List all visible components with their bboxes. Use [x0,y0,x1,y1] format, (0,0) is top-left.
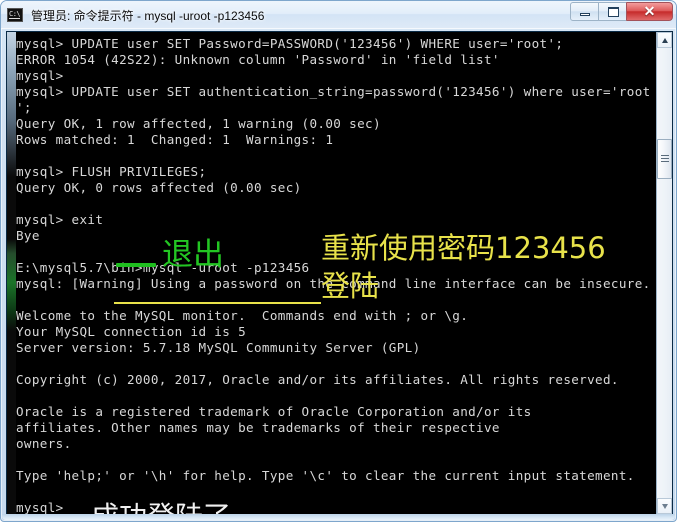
console-line: affiliates. Other names may be trademark… [16,420,500,435]
success-annotation-text: 成功登陆了 [91,502,231,515]
scrollbar-grip-icon [661,155,669,162]
maximize-icon [608,7,619,17]
console-line: mysql> UPDATE user SET authentication_st… [16,84,651,99]
console-line: mysql> [16,68,64,83]
minimize-icon [580,13,590,16]
console-line: ERROR 1054 (42S22): Unknown column 'Pass… [16,52,500,67]
login-command-underline [114,302,321,304]
close-icon: ✕ [643,3,656,19]
maximize-button[interactable] [598,2,627,21]
console-line: mysql> FLUSH PRIVILEGES; [16,164,207,179]
scrollbar-thumb[interactable] [657,139,672,179]
console-line: Server version: 5.7.18 MySQL Community S… [16,340,421,355]
console-line: '; [16,100,32,115]
chevron-up-icon [662,38,668,43]
console-screen: mysql> UPDATE user SET Password=PASSWORD… [16,32,658,514]
console-window: 管理员: 命令提示符 - mysql -uroot -p123456 ✕ mys… [0,0,677,522]
console-line: Type 'help;' or '\h' for help. Type '\c'… [16,468,635,483]
console-line: Query OK, 1 row affected, 1 warning (0.0… [16,116,381,131]
console-line: mysql> exit [16,212,104,227]
relogin-annotation-line2: 登陆 [321,269,380,303]
console-line: Oracle is a registered trademark of Orac… [16,404,532,419]
window-bottom-edge [2,514,675,520]
minimize-button[interactable] [570,2,599,21]
close-button[interactable]: ✕ [626,2,673,21]
scroll-up-button[interactable] [657,32,672,48]
chevron-down-icon [662,504,668,509]
console-line: Bye [16,228,40,243]
exit-annotation-dash [116,263,156,267]
console-line: Rows matched: 1 Changed: 1 Warnings: 1 [16,132,334,147]
console-left-edge [7,32,16,514]
window-title: 管理员: 命令提示符 - mysql -uroot -p123456 [31,8,265,23]
console-line: Query OK, 0 rows affected (0.00 sec) [16,180,302,195]
relogin-annotation-line1: 重新使用密码123456 [321,231,606,265]
console-line: Your MySQL connection id is 5 [16,324,247,339]
exit-annotation-text: 退出 [162,237,224,273]
title-bar[interactable]: 管理员: 命令提示符 - mysql -uroot -p123456 ✕ [1,1,676,29]
console-client-area[interactable]: mysql> UPDATE user SET Password=PASSWORD… [6,31,673,515]
console-line: owners. [16,436,72,451]
window-controls: ✕ [570,2,673,21]
console-line: mysql> UPDATE user SET Password=PASSWORD… [16,36,564,51]
console-line: Welcome to the MySQL monitor. Commands e… [16,308,469,323]
cmd-icon [7,8,23,22]
vertical-scrollbar[interactable] [656,32,672,514]
console-line: mysql> [16,500,64,514]
scroll-down-button[interactable] [657,498,672,514]
console-line: Copyright (c) 2000, 2017, Oracle and/or … [16,372,619,387]
